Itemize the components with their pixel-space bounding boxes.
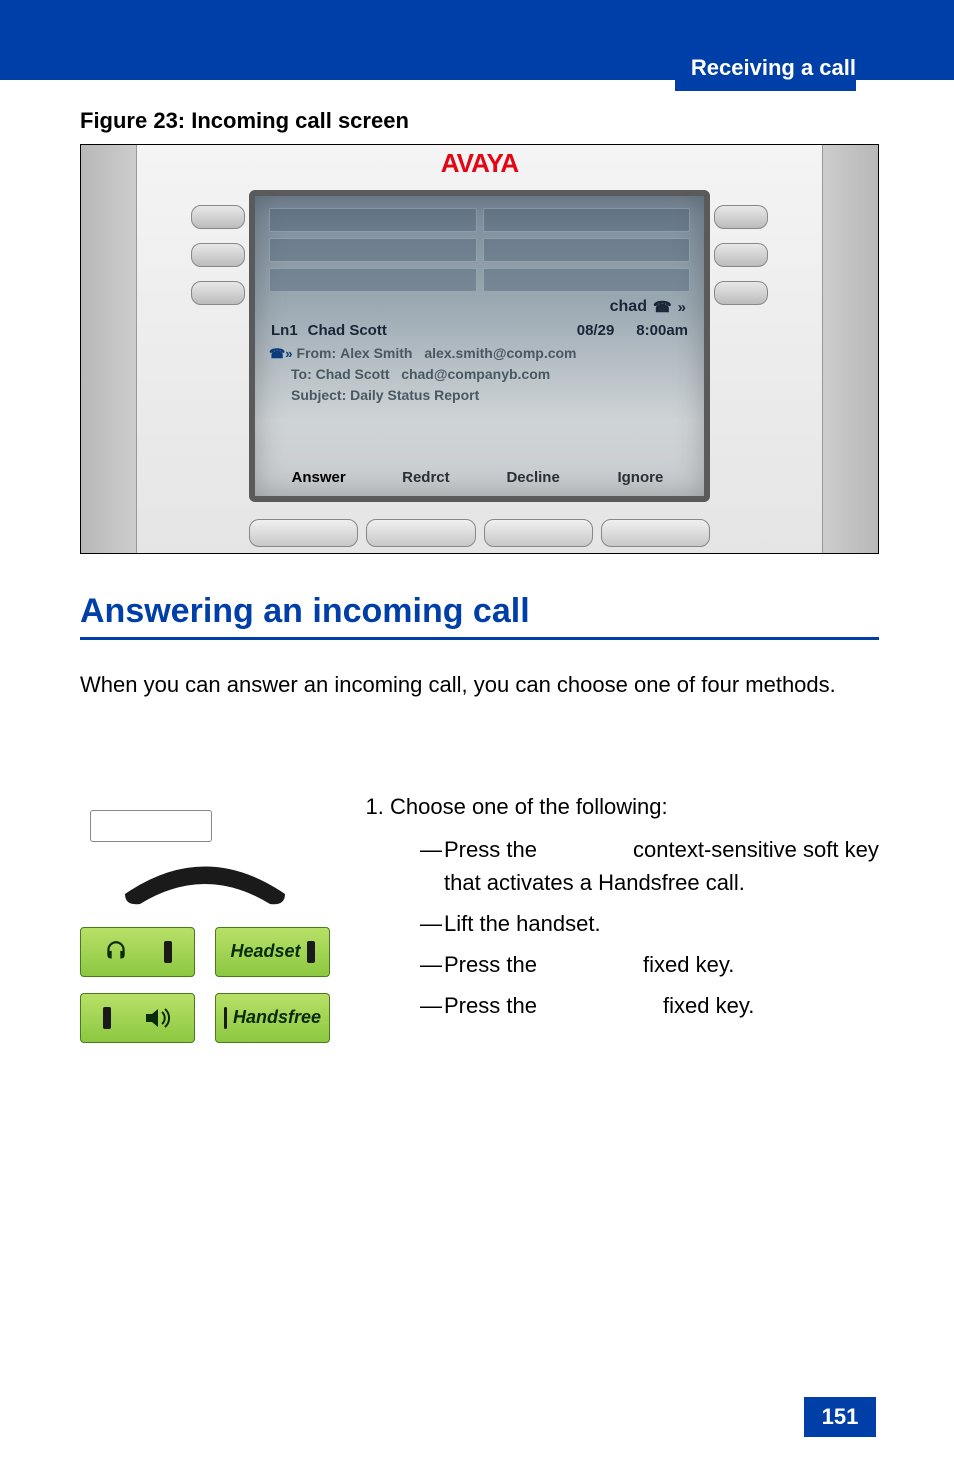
header-side-block [0,0,225,80]
handsfree-key-text: Handsfree [233,1007,321,1028]
instruction-item-1: Press the context-sensitive soft key tha… [420,833,879,899]
line-key-right-1[interactable] [714,205,768,229]
to-address: chad@companyb.com [401,366,550,382]
softkey-button-4[interactable] [601,519,710,547]
handsfree-key-icon [80,993,195,1043]
line-key-left-3[interactable] [191,281,245,305]
softkey-button-2[interactable] [366,519,475,547]
headset-key-text: Headset [230,941,300,962]
device-figure: AVAYA chad ☎ » [80,144,879,554]
softkey-button-3[interactable] [484,519,593,547]
instruction-lead: Choose one of the following: [390,794,668,819]
softkey-decline[interactable]: Decline [480,465,587,490]
softkey-redirect[interactable]: Redrct [372,465,479,490]
instruction-item-2: Lift the handset. [420,907,879,940]
call-time: 8:00am [636,322,688,339]
from-label: From: [296,343,336,364]
line-key-left-1[interactable] [191,205,245,229]
figure-caption: Figure 23: Incoming call screen [80,108,879,134]
caller-name: Chad Scott [308,322,387,339]
line-key-left-2[interactable] [191,243,245,267]
call-date: 08/29 [577,322,615,339]
key-graphics: Headset Handsfree [80,790,330,1059]
handsfree-key-label: Handsfree [215,993,330,1043]
handset-icon [105,854,305,909]
signal-icon: » [678,299,686,316]
section-heading: Answering an incoming call [80,592,879,640]
softkey-buttons-row [249,519,710,547]
to-label: To: [291,366,312,382]
from-name: Alex Smith [340,343,412,364]
line-key-right-2[interactable] [714,243,768,267]
softkey-illustration [90,810,212,842]
softkey-ignore[interactable]: Ignore [587,465,694,490]
page-number: 151 [804,1397,876,1437]
line-key-right-3[interactable] [714,281,768,305]
headset-key-icon [80,927,195,977]
brand-logo: AVAYA [441,148,518,179]
softkey-button-1[interactable] [249,519,358,547]
subject-label: Subject: [291,387,346,403]
intro-paragraph: When you can answer an incoming call, yo… [80,670,879,700]
header-title: Receiving a call [675,55,856,91]
phone-ring-icon: ☎» [269,344,292,364]
instruction-item-4: Press the fixed key. [420,989,879,1022]
from-address: alex.smith@comp.com [424,343,576,364]
status-name: chad [610,298,647,316]
lcd-screen: chad ☎ » Ln1 Chad Scott 08/29 8: [249,190,710,502]
headset-key-label: Headset [215,927,330,977]
subject-value: Daily Status Report [350,387,479,403]
instruction-text: Choose one of the following: Press the c… [360,790,879,1059]
instruction-item-3: Press the fixed key. [420,948,879,981]
line-label: Ln1 [271,322,298,339]
softkey-answer[interactable]: Answer [265,465,372,490]
phone-icon: ☎ [653,298,672,316]
to-name: Chad Scott [316,366,390,382]
